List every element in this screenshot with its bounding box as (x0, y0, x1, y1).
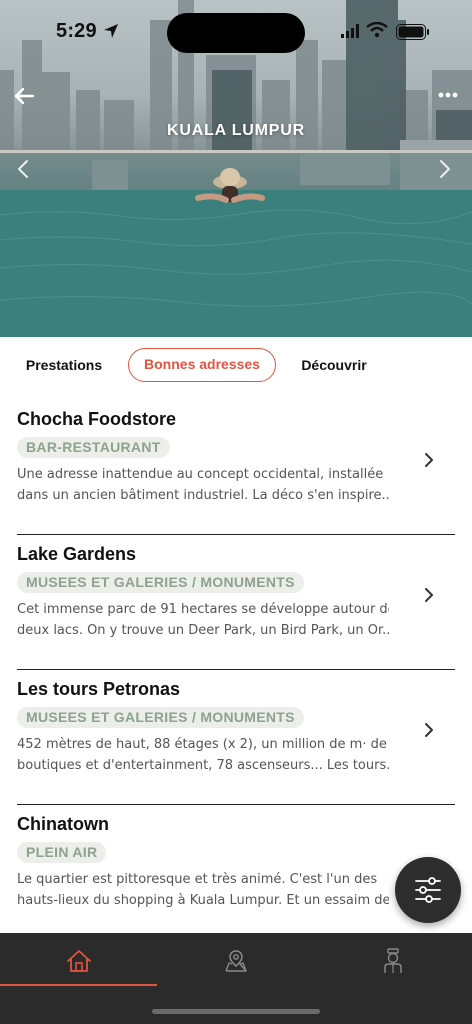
ellipsis-icon (438, 92, 458, 98)
active-tab-indicator (0, 984, 157, 986)
status-time: 5:29 (56, 20, 97, 42)
item-description: 452 mètres de haut, 88 étages (x 2), un … (17, 737, 389, 773)
tab-bar: Prestations Bonnes adresses Découvrir (0, 346, 472, 384)
item-title: Les tours Petronas (17, 679, 181, 699)
chevron-left-icon (18, 160, 28, 178)
item-title: Chinatown (17, 814, 109, 834)
nav-concierge[interactable] (373, 947, 413, 975)
tab-prestations[interactable]: Prestations (14, 348, 114, 382)
chevron-right-icon[interactable] (419, 450, 439, 470)
item-description: Cet immense parc de 91 hectares se dével… (17, 602, 389, 638)
tab-decouvrir[interactable]: Découvrir (286, 348, 382, 382)
item-description: Une adresse inattendue au concept occide… (17, 467, 389, 503)
signal-icon (341, 24, 359, 38)
item-title: Lake Gardens (17, 544, 137, 564)
bottom-navigation (0, 933, 472, 1024)
location-arrow-icon (104, 24, 118, 38)
chevron-right-icon[interactable] (419, 720, 439, 740)
category-badge: BAR-RESTAURANT (17, 437, 170, 458)
chevron-right-icon[interactable] (419, 585, 439, 605)
category-badge: PLEIN AIR (17, 842, 107, 863)
home-indicator-bar (152, 1009, 320, 1014)
previous-image-button[interactable] (12, 156, 34, 182)
page-title: KUALA LUMPUR (167, 122, 305, 139)
item-title: Chocha Foodstore (17, 409, 177, 429)
dynamic-island (167, 13, 305, 53)
back-button[interactable] (10, 82, 38, 110)
battery-icon (396, 24, 429, 40)
list-item[interactable]: Les tours Petronas MUSEES ET GALERIES / … (17, 670, 455, 805)
tab-bonnes-adresses[interactable]: Bonnes adresses (128, 348, 276, 382)
list-item[interactable]: Chinatown PLEIN AIR Le quartier est pitt… (17, 805, 455, 940)
category-badge: MUSEES ET GALERIES / MONUMENTS (17, 572, 304, 593)
home-icon (67, 950, 91, 972)
concierge-icon (384, 948, 402, 973)
list-item[interactable]: Chocha Foodstore BAR-RESTAURANT Une adre… (17, 400, 455, 535)
map-pin-icon (225, 950, 247, 972)
filter-sliders-icon (415, 877, 441, 903)
more-options-button[interactable] (434, 86, 462, 104)
next-image-button[interactable] (434, 156, 456, 182)
wifi-icon (366, 22, 388, 38)
hero-image: 5:29 KUALA LUMPUR (0, 0, 472, 337)
item-description: Le quartier est pittoresque et très anim… (17, 872, 389, 908)
arrow-left-icon (14, 87, 35, 105)
chevron-right-icon (440, 160, 450, 178)
list-item[interactable]: Lake Gardens MUSEES ET GALERIES / MONUME… (17, 535, 455, 670)
nav-home[interactable] (59, 947, 99, 975)
nav-map[interactable] (216, 947, 256, 975)
category-badge: MUSEES ET GALERIES / MONUMENTS (17, 707, 304, 728)
filter-button[interactable] (395, 857, 461, 923)
